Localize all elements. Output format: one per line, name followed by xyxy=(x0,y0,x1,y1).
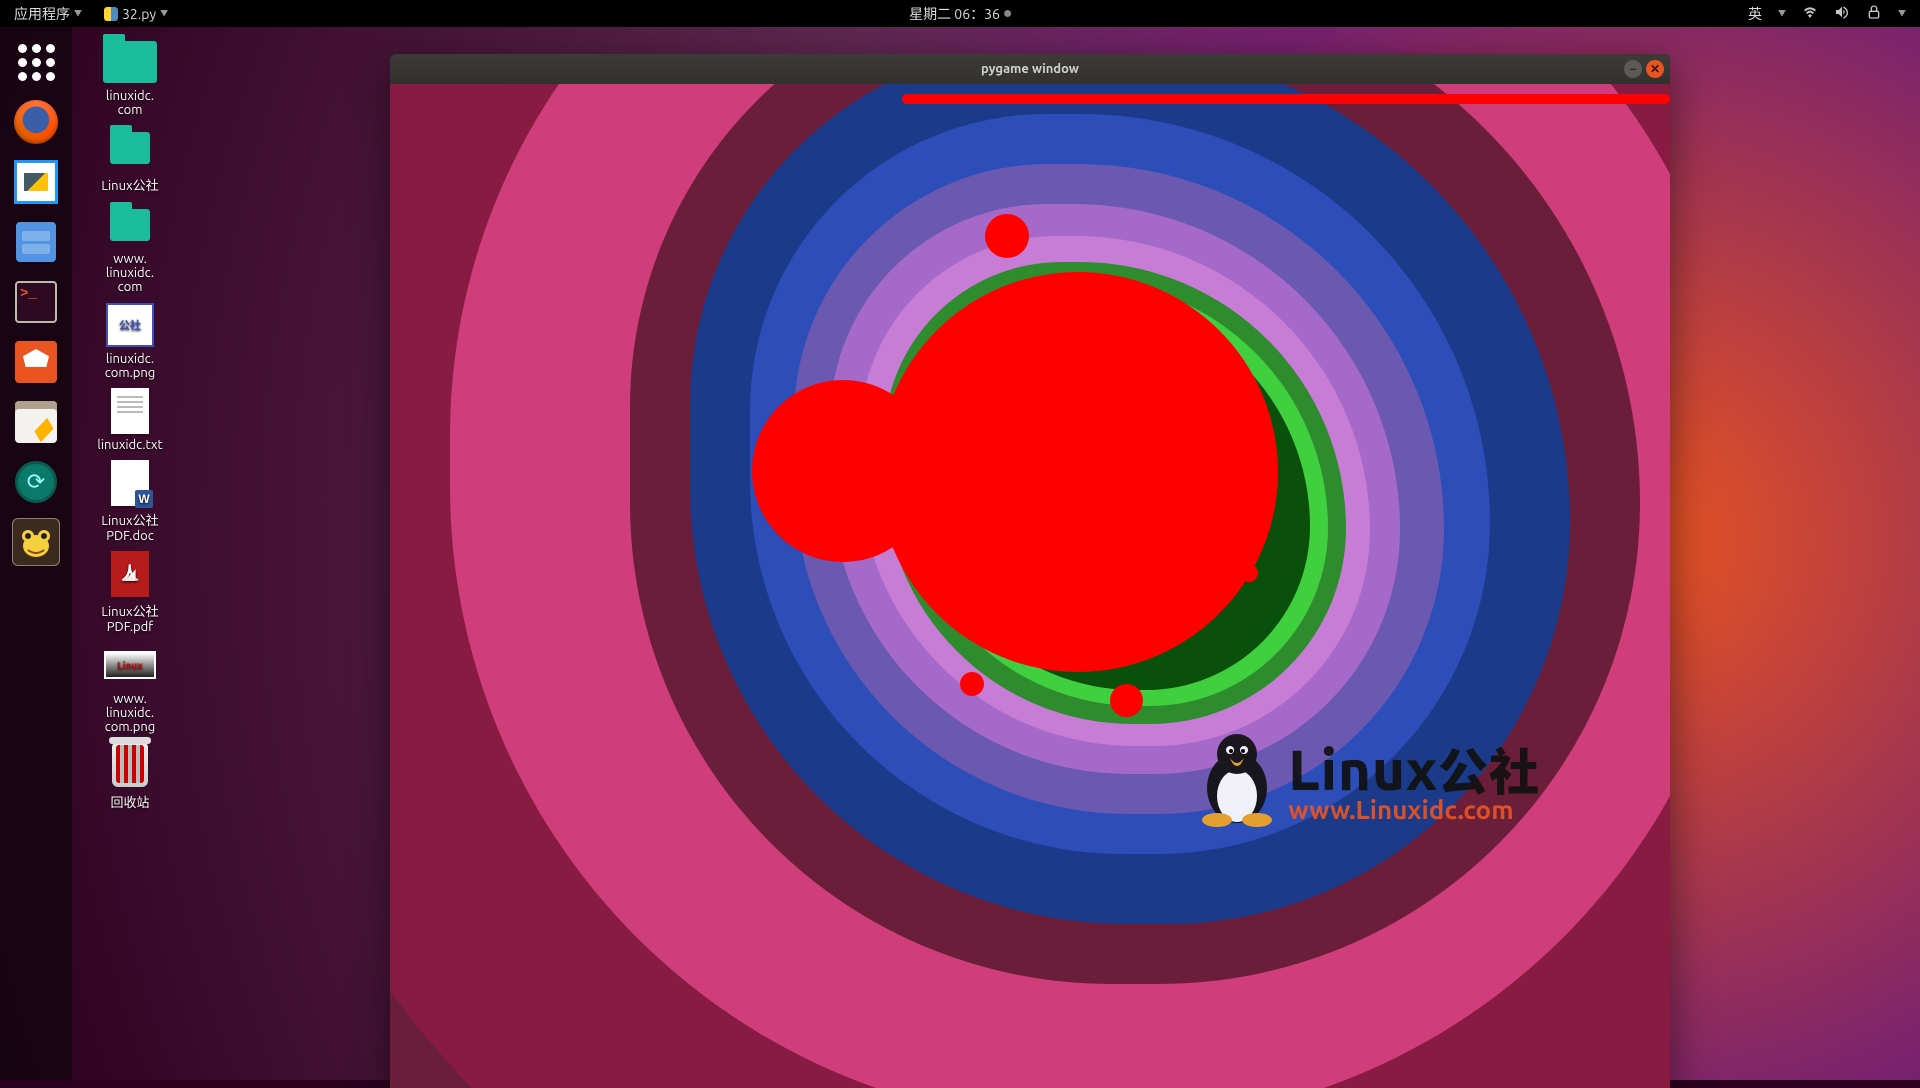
mandelbrot-minibulb xyxy=(1110,684,1143,717)
network-wifi-icon[interactable] xyxy=(1802,4,1818,23)
folder-icon xyxy=(110,209,150,241)
desktop-folder-www-linuxidc-com[interactable]: www. linuxidc. com xyxy=(80,200,180,296)
firefox-icon xyxy=(14,100,58,144)
image-file-icon: 公社 xyxy=(106,303,154,347)
trash-icon xyxy=(112,743,148,787)
icon-label: linuxidc.txt xyxy=(82,438,178,452)
folder-icon xyxy=(110,132,150,164)
datetime-text: 星期二 06：36 xyxy=(909,4,1000,24)
dock-terminal[interactable] xyxy=(9,275,63,329)
active-task-menu[interactable]: 32.py ▼ xyxy=(98,2,174,26)
pdf-file-icon: 人 xyxy=(111,551,149,597)
pygame-frog-icon xyxy=(12,518,60,566)
applications-menu-label: 应用程序 xyxy=(14,4,70,24)
icon-label: Linux公社 PDF.pdf xyxy=(82,601,178,634)
desktop-doc-linux公社-pdf-doc[interactable]: Linux公社 PDF.doc xyxy=(80,458,180,545)
dock-launcher: ⟳ xyxy=(0,27,72,1080)
desktop-image-www-linuxidc-com-png[interactable]: Linux www. linuxidc. com.png xyxy=(80,640,180,736)
desktop-icon-grid: linuxidc. com Linux公社 www. linuxidc. com… xyxy=(80,37,190,813)
desktop[interactable]: linuxidc. com Linux公社 www. linuxidc. com… xyxy=(72,27,1920,1080)
dock-software[interactable] xyxy=(9,335,63,389)
watermark: Linux公社 www.Linuxidc.com xyxy=(1192,728,1540,828)
icon-label: 回收站 xyxy=(82,792,178,811)
window-close-button[interactable]: ✕ xyxy=(1646,60,1664,78)
applications-menu[interactable]: 应用程序 ▼ xyxy=(8,0,88,28)
apps-grid-icon xyxy=(18,44,55,81)
mandelbrot-minibulb xyxy=(985,214,1029,258)
dock-screenshot[interactable] xyxy=(9,155,63,209)
active-task-label: 32.py xyxy=(122,6,156,22)
desktop-image-linuxidc-com-png[interactable]: 公社 linuxidc. com.png xyxy=(80,300,180,382)
dock-text-editor[interactable] xyxy=(9,395,63,449)
dock-running-python[interactable] xyxy=(9,515,63,569)
clock-menu[interactable]: 星期二 06：36 xyxy=(909,4,1011,24)
show-applications-button[interactable] xyxy=(9,35,63,89)
watermark-brand-cn: 公社 xyxy=(1438,744,1540,800)
dock-updater[interactable]: ⟳ xyxy=(9,455,63,509)
chevron-down-icon: ▼ xyxy=(1898,8,1906,19)
chevron-down-icon: ▼ xyxy=(160,8,168,19)
desktop-folder-linux公社[interactable]: Linux公社 xyxy=(80,123,180,196)
chevron-down-icon: ▼ xyxy=(74,8,82,19)
icon-label: www. linuxidc. com.png xyxy=(82,692,178,734)
folder-icon xyxy=(103,41,157,83)
notification-dot-icon xyxy=(1004,10,1011,17)
mandelbrot-main-cardioid xyxy=(878,272,1278,672)
dock-files[interactable] xyxy=(9,215,63,269)
volume-icon[interactable] xyxy=(1834,4,1850,23)
icon-label: linuxidc. com xyxy=(82,89,178,117)
tux-penguin-icon xyxy=(1192,728,1282,828)
watermark-url: www.Linuxidc.com xyxy=(1288,795,1540,824)
window-title: pygame window xyxy=(981,62,1079,76)
terminal-icon xyxy=(15,281,57,323)
lock-icon[interactable] xyxy=(1866,4,1882,23)
text-file-icon xyxy=(111,388,149,434)
ime-indicator[interactable]: 英 xyxy=(1748,4,1762,24)
window-minimize-button[interactable]: – xyxy=(1624,60,1642,78)
mandelbrot-minibulb xyxy=(1240,564,1258,582)
python-icon xyxy=(104,7,118,21)
dock-firefox[interactable] xyxy=(9,95,63,149)
mandelbrot-period2-bulb xyxy=(752,380,934,562)
image-file-icon: Linux xyxy=(104,651,156,679)
icon-label: www. linuxidc. com xyxy=(82,252,178,294)
screenshot-icon xyxy=(14,160,58,204)
icon-label: Linux公社 PDF.doc xyxy=(82,510,178,543)
desktop-folder-linuxidc-com[interactable]: linuxidc. com xyxy=(80,37,180,119)
icon-label: linuxidc. com.png xyxy=(82,352,178,380)
window-titlebar[interactable]: pygame window – ✕ xyxy=(390,54,1670,84)
pygame-window[interactable]: pygame window – ✕ xyxy=(390,54,1670,1088)
text-editor-icon xyxy=(15,401,57,443)
gnome-top-bar: 应用程序 ▼ 32.py ▼ 星期二 06：36 英 ▼ ▼ xyxy=(0,0,1920,27)
watermark-brand: Linux xyxy=(1288,738,1438,801)
software-center-icon xyxy=(15,341,57,383)
mandelbrot-minibulb xyxy=(960,672,984,696)
doc-file-icon xyxy=(111,460,149,506)
icon-label: Linux公社 xyxy=(82,175,178,194)
desktop-text-linuxidc-txt[interactable]: linuxidc.txt xyxy=(80,386,180,454)
pygame-canvas: Linux公社 www.Linuxidc.com xyxy=(390,84,1670,1088)
chevron-down-icon: ▼ xyxy=(1778,8,1786,19)
file-manager-icon xyxy=(16,222,56,262)
desktop-trash[interactable]: 回收站 xyxy=(80,740,180,813)
update-icon: ⟳ xyxy=(15,461,57,503)
desktop-pdf-linux公社-pdf[interactable]: 人 Linux公社 PDF.pdf xyxy=(80,549,180,636)
